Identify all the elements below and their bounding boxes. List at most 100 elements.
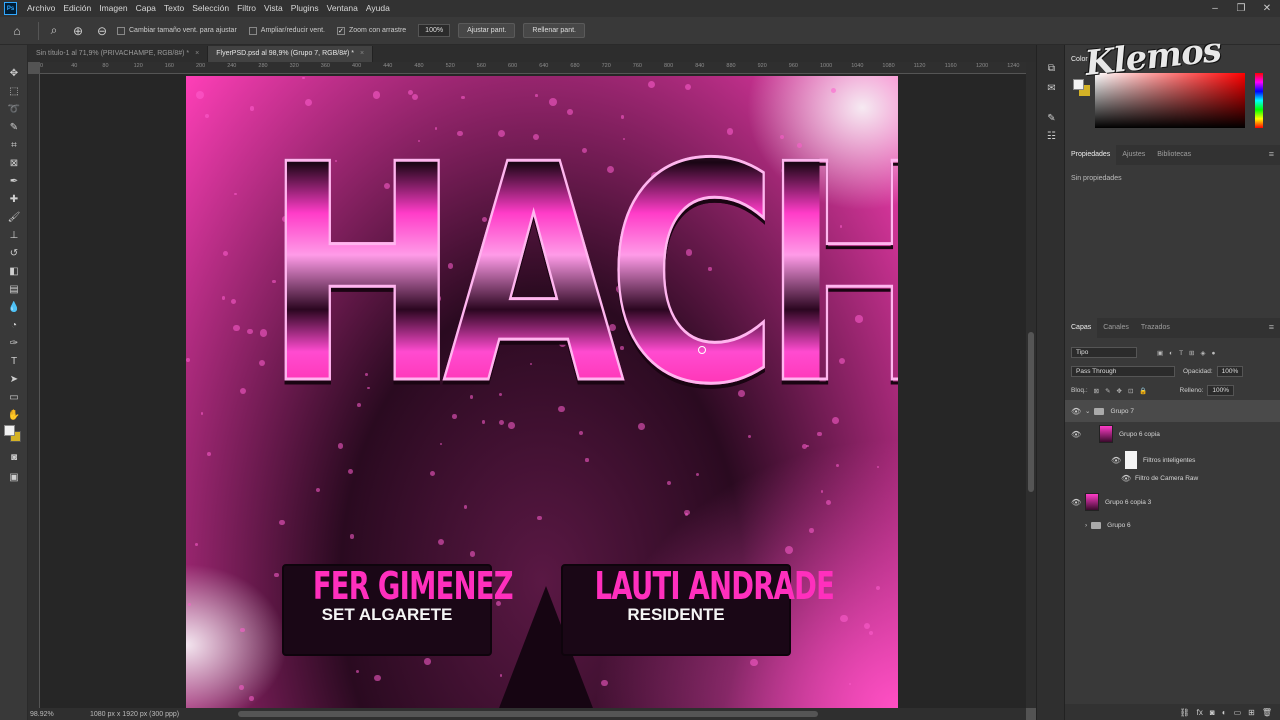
eye-icon[interactable]: 👁 — [1071, 430, 1081, 439]
scrubby-zoom-checkbox[interactable]: ✓ Zoom con arrastre — [336, 26, 406, 35]
menu-seleccion[interactable]: Selección — [188, 0, 233, 17]
scrollbar-thumb[interactable] — [1028, 332, 1034, 492]
tab-bibliotecas[interactable]: Bibliotecas — [1151, 145, 1197, 165]
tab-sin-titulo[interactable]: Sin título-1 al 71,9% (PRIVACHAMPE, RGB/… — [28, 46, 209, 62]
tab-propiedades[interactable]: Propiedades — [1065, 145, 1117, 165]
zoom-tool-icon[interactable]: ⌕ — [45, 22, 63, 40]
chevron-down-icon[interactable]: ⌄ — [1085, 407, 1090, 415]
horizontal-scrollbar[interactable] — [238, 711, 818, 717]
menu-ayuda[interactable]: Ayuda — [362, 0, 394, 17]
minimize-icon[interactable]: – — [1202, 0, 1228, 17]
eye-icon[interactable]: 👁 — [1121, 474, 1131, 483]
zoom-level[interactable]: 98.92% — [30, 711, 80, 718]
zoom-percent-field[interactable]: 100% — [418, 24, 451, 37]
tab-canales[interactable]: Canales — [1097, 318, 1135, 338]
history-brush-icon[interactable]: ↺ — [5, 245, 23, 261]
tab-ajustes[interactable]: Ajustes — [1116, 145, 1151, 165]
panel-menu-icon[interactable]: ≡ — [1269, 322, 1274, 332]
close-icon[interactable]: ✕ — [1254, 0, 1280, 17]
tab-trazados[interactable]: Trazados — [1135, 318, 1176, 338]
filter-icons[interactable]: ▣◐T⊞◈● — [1157, 349, 1221, 357]
eye-icon[interactable]: 👁 — [1111, 456, 1121, 465]
gradient-tool-icon[interactable]: ▤ — [5, 281, 23, 297]
menu-capa[interactable]: Capa — [132, 0, 160, 17]
dodge-tool-icon[interactable]: ◔ — [5, 317, 23, 333]
screen-mode-icon[interactable]: ▣ — [5, 469, 23, 485]
menu-plugins[interactable]: Plugins — [287, 0, 323, 17]
menu-texto[interactable]: Texto — [160, 0, 188, 17]
lasso-tool-icon[interactable]: ➰ — [5, 101, 23, 117]
mask-icon[interactable]: ◙ — [1210, 708, 1215, 717]
home-icon[interactable]: ⌂ — [8, 22, 26, 40]
brush-tool-icon[interactable]: 🖌 — [5, 209, 23, 225]
new-group-icon[interactable]: ▭ — [1234, 708, 1242, 717]
layer-filter-select[interactable]: Tipo — [1071, 347, 1137, 358]
layer-row[interactable]: 👁 Filtros inteligentes — [1065, 449, 1280, 471]
restore-icon[interactable]: ❐ — [1228, 0, 1254, 17]
eye-icon[interactable]: 👁 — [1071, 498, 1081, 507]
move-tool-icon[interactable]: ✥ — [5, 65, 23, 81]
color-fg-swatch[interactable] — [1073, 79, 1084, 90]
path-select-icon[interactable]: ➤ — [5, 371, 23, 387]
foreground-color-swatch[interactable] — [4, 425, 15, 436]
color-picker-field[interactable] — [1095, 73, 1245, 128]
pen-tool-icon[interactable]: ✑ — [5, 335, 23, 351]
hue-slider[interactable] — [1255, 73, 1263, 128]
trash-icon[interactable]: 🗑 — [1262, 708, 1272, 717]
zoom-out-icon[interactable]: ⊖ — [93, 22, 111, 40]
vertical-scrollbar[interactable] — [1026, 62, 1036, 708]
zoom-all-checkbox[interactable]: Ampliar/reducir vent. — [248, 26, 325, 35]
brush-panel-icon[interactable]: ✎ — [1044, 111, 1059, 125]
stamp-tool-icon[interactable]: ⊥ — [5, 227, 23, 243]
canvas-area[interactable]: HACHE FER GIMENEZ SET ALGARETE LAUTI AND… — [40, 74, 1026, 708]
tab-flyer-psd[interactable]: FlyerPSD.psd al 98,9% (Grupo 7, RGB/8#) … — [208, 46, 374, 62]
flyer-artwork[interactable]: HACHE FER GIMENEZ SET ALGARETE LAUTI AND… — [186, 76, 898, 708]
adjustments-panel-icon[interactable]: ☷ — [1044, 129, 1059, 143]
layer-row[interactable]: 👁 Grupo 6 copia 3 — [1065, 490, 1280, 514]
tab-capas[interactable]: Capas — [1065, 318, 1098, 338]
eraser-tool-icon[interactable]: ◧ — [5, 263, 23, 279]
zoom-in-icon[interactable]: ⊕ — [69, 22, 87, 40]
quick-select-tool-icon[interactable]: ✎ — [5, 119, 23, 135]
quick-mask-icon[interactable]: ◙ — [5, 449, 23, 465]
crop-tool-icon[interactable]: ⌗ — [5, 137, 23, 153]
shape-tool-icon[interactable]: ▭ — [5, 389, 23, 405]
layer-row[interactable]: › Grupo 6 — [1065, 514, 1280, 536]
menu-archivo[interactable]: Archivo — [23, 0, 59, 17]
layer-row[interactable]: 👁 Filtro de Camera Raw — [1065, 469, 1280, 487]
layer-row[interactable]: 👁 ⌄ Grupo 7 — [1065, 400, 1280, 422]
layer-row[interactable]: 👁 Grupo 6 copia — [1065, 422, 1280, 446]
eyedropper-tool-icon[interactable]: ✒ — [5, 173, 23, 189]
resize-windows-checkbox[interactable]: Cambiar tamaño vent. para ajustar — [117, 26, 237, 35]
menu-edicion[interactable]: Edición — [59, 0, 95, 17]
history-panel-icon[interactable]: ⧉ — [1044, 61, 1059, 75]
close-tab-icon[interactable]: × — [195, 50, 199, 57]
marquee-tool-icon[interactable]: ⬚ — [5, 83, 23, 99]
adjustment-icon[interactable]: ◐ — [1222, 708, 1227, 717]
frame-tool-icon[interactable]: ⊠ — [5, 155, 23, 171]
healing-tool-icon[interactable]: ✚ — [5, 191, 23, 207]
menu-ventana[interactable]: Ventana — [323, 0, 362, 17]
hand-tool-icon[interactable]: ✋ — [5, 407, 23, 423]
fill-screen-button[interactable]: Rellenar pant. — [523, 23, 585, 38]
texture-speck — [825, 500, 831, 506]
new-layer-icon[interactable]: ⊞ — [1248, 708, 1255, 717]
close-tab-icon[interactable]: × — [360, 50, 364, 57]
type-tool-icon[interactable]: T — [5, 353, 23, 369]
layer-name: Grupo 6 — [1107, 521, 1131, 529]
menu-filtro[interactable]: Filtro — [233, 0, 260, 17]
chevron-right-icon[interactable]: › — [1085, 522, 1087, 529]
fill-field[interactable]: 100% — [1207, 385, 1234, 396]
lock-icons[interactable]: ⊠✎✥⊡🔒 — [1094, 387, 1154, 395]
opacity-field[interactable]: 100% — [1216, 366, 1244, 377]
comments-panel-icon[interactable]: ✉ — [1044, 81, 1059, 95]
blend-mode-select[interactable]: Pass Through — [1071, 366, 1175, 377]
blur-tool-icon[interactable]: 💧 — [5, 299, 23, 315]
eye-icon[interactable]: 👁 — [1071, 407, 1081, 416]
fit-screen-button[interactable]: Ajustar pant. — [458, 23, 516, 38]
link-icon[interactable]: ⛓ — [1180, 708, 1190, 717]
fx-icon[interactable]: fx — [1197, 708, 1203, 717]
menu-imagen[interactable]: Imagen — [95, 0, 131, 17]
panel-menu-icon[interactable]: ≡ — [1269, 149, 1274, 159]
menu-vista[interactable]: Vista — [260, 0, 287, 17]
